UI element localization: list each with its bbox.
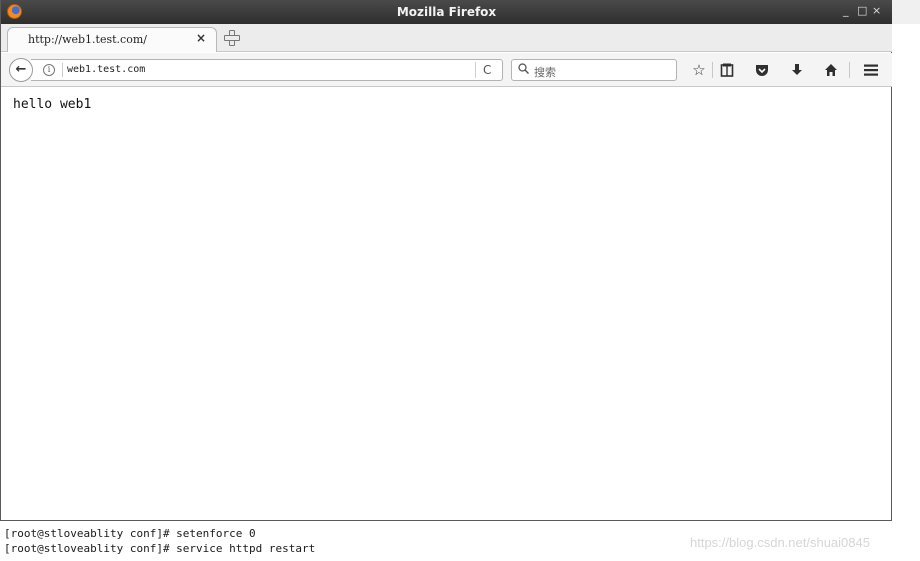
url-bar[interactable]: i web1.test.com C — [31, 59, 503, 81]
bookmark-star-icon[interactable]: ☆ — [689, 60, 709, 80]
page-body-text: hello web1 — [13, 97, 92, 112]
maximize-button[interactable]: □ — [857, 4, 867, 18]
search-input[interactable]: 搜索 — [511, 59, 677, 81]
tab-close-icon[interactable]: × — [196, 31, 206, 45]
minimize-button[interactable]: _ — [843, 4, 849, 18]
url-text[interactable]: web1.test.com — [67, 64, 145, 75]
terminal-line: [root@stloveablity conf]# service httpd … — [4, 542, 316, 555]
search-placeholder: 搜索 — [534, 66, 556, 79]
site-info-icon[interactable]: i — [43, 64, 55, 76]
desktop-strip — [892, 0, 920, 24]
watermark: https://blog.csdn.net/shuai0845 — [690, 535, 870, 550]
home-icon[interactable] — [821, 60, 841, 80]
tab-strip: http://web1.test.com/ × — [1, 24, 892, 52]
navigation-bar: i web1.test.com C ← 搜索 ☆ — [1, 53, 892, 87]
toolbar-separator — [712, 62, 713, 78]
title-bar[interactable]: Mozilla Firefox _ □ × — [1, 0, 892, 24]
pocket-icon[interactable] — [752, 60, 772, 80]
page-content: hello web1 — [1, 88, 891, 520]
terminal-line: [root@stloveablity conf]# setenforce 0 — [4, 527, 256, 540]
menu-icon[interactable] — [861, 60, 881, 80]
url-separator — [62, 63, 63, 77]
search-icon — [518, 63, 530, 77]
reload-separator — [475, 62, 476, 78]
reading-list-icon[interactable] — [717, 60, 737, 80]
tab-web1[interactable]: http://web1.test.com/ × — [7, 27, 217, 52]
back-button[interactable]: ← — [9, 58, 33, 82]
reload-icon[interactable]: C — [483, 63, 491, 77]
window-title: Mozilla Firefox — [396, 5, 497, 19]
download-icon[interactable] — [787, 60, 807, 80]
toolbar-separator — [849, 62, 850, 78]
tab-label: http://web1.test.com/ — [28, 33, 147, 46]
new-tab-icon[interactable] — [223, 29, 240, 46]
firefox-window: Mozilla Firefox _ □ × http://web1.test.c… — [0, 0, 892, 521]
close-window-button[interactable]: × — [872, 4, 881, 18]
